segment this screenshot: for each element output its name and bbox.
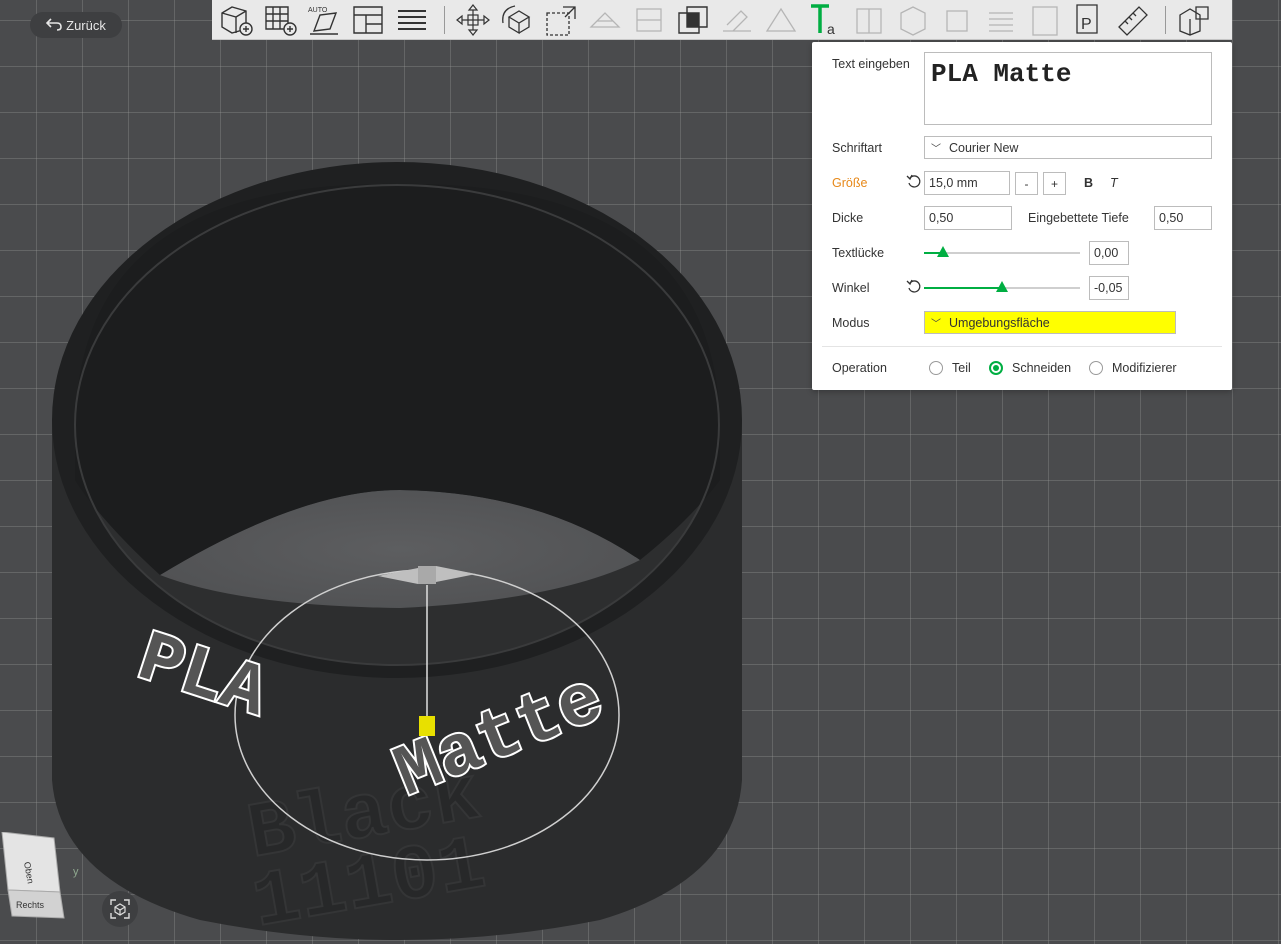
svg-text:a: a: [827, 21, 835, 37]
operation-part-radio[interactable]: [929, 361, 943, 375]
mode-select-value: Umgebungsfläche: [949, 315, 1050, 330]
back-button[interactable]: Zurück: [30, 12, 122, 38]
rotate-icon[interactable]: [497, 2, 537, 38]
embed-depth-label: Eingebettete Tiefe: [1028, 211, 1129, 225]
support-paint-icon[interactable]: [717, 2, 757, 38]
angle-slider[interactable]: [924, 281, 1080, 292]
seam-paint-icon[interactable]: [761, 2, 801, 38]
mode-select[interactable]: ﹀ Umgebungsfläche: [924, 311, 1176, 334]
scale-icon[interactable]: [541, 2, 581, 38]
size-increase-button[interactable]: +: [1043, 172, 1066, 195]
cylinder-model[interactable]: Black 11101 PLA Matte: [52, 162, 742, 944]
text-input[interactable]: PLA Matte: [924, 52, 1212, 125]
svg-text:AUTO: AUTO: [308, 7, 328, 14]
angle-slider-fill: [924, 287, 1002, 289]
size-label: Größe: [832, 176, 868, 190]
move-icon[interactable]: [453, 2, 493, 38]
layers-icon[interactable]: [981, 2, 1021, 38]
operation-cut-label: Schneiden: [1012, 361, 1072, 375]
view-cube[interactable]: Oben Rechts: [0, 832, 68, 922]
font-label: Schriftart: [832, 141, 883, 155]
divider: [822, 346, 1222, 347]
text-input-label: Text eingeben: [832, 57, 910, 71]
back-label: Zurück: [66, 17, 106, 33]
operation-part-label: Teil: [952, 361, 971, 375]
view-cube-right-label: Rechts: [16, 900, 45, 910]
pin-plate-icon[interactable]: P: [1069, 2, 1109, 38]
cut-icon[interactable]: [585, 2, 625, 38]
fit-view-button[interactable]: [102, 891, 138, 927]
font-select-value: Courier New: [949, 140, 1019, 155]
bold-button[interactable]: B: [1084, 176, 1093, 190]
arrange-grid-icon[interactable]: [260, 2, 300, 38]
chevron-down-icon: ﹀: [931, 319, 941, 330]
embed-depth-input[interactable]: 0,50: [1154, 206, 1212, 230]
measure-box-icon[interactable]: [849, 2, 889, 38]
add-part-icon[interactable]: [216, 2, 256, 38]
svg-text:P: P: [1081, 16, 1092, 33]
assembly-icon[interactable]: [937, 2, 977, 38]
size-input[interactable]: 15,0 mm: [924, 171, 1010, 195]
italic-button[interactable]: T: [1110, 176, 1118, 190]
text-tool-panel: Text eingeben PLA Matte Schriftart ﹀ Cou…: [812, 42, 1232, 390]
reset-angle-icon[interactable]: [906, 279, 922, 295]
fit-view-icon: [110, 899, 130, 919]
text-gap-slider-thumb[interactable]: [936, 246, 949, 257]
back-arrow-icon: [45, 17, 62, 34]
zero-icon[interactable]: [1025, 2, 1065, 38]
size-decrease-button[interactable]: -: [1015, 172, 1038, 195]
angle-label: Winkel: [832, 281, 870, 295]
text-gap-input[interactable]: 0,00: [1089, 241, 1129, 265]
operation-modifier-label: Modifizierer: [1112, 361, 1177, 375]
operation-modifier-radio[interactable]: [1089, 361, 1103, 375]
operation-label: Operation: [832, 361, 887, 375]
gizmo-handle: [419, 716, 435, 736]
axis-y-label: y: [73, 866, 79, 878]
chevron-down-icon: ﹀: [931, 144, 941, 155]
reset-size-icon[interactable]: [906, 174, 922, 190]
font-select[interactable]: ﹀ Courier New: [924, 136, 1212, 159]
split-icon[interactable]: [673, 2, 713, 38]
text-gap-label: Textlücke: [832, 246, 885, 260]
text-tool-icon[interactable]: a: [805, 2, 845, 38]
thickness-input[interactable]: 0,50: [924, 206, 1012, 230]
toolbar-separator: [1165, 5, 1166, 34]
measure-icon[interactable]: [1113, 2, 1153, 38]
angle-slider-thumb[interactable]: [996, 281, 1008, 292]
auto-orient-icon[interactable]: AUTO: [304, 2, 344, 38]
toolbar-separator: [444, 5, 445, 34]
thickness-label: Dicke: [832, 211, 864, 225]
main-toolbar: AUTO a P: [212, 0, 1232, 40]
angle-input[interactable]: -0,05: [1089, 276, 1129, 300]
text-gap-slider[interactable]: [924, 246, 1080, 257]
mode-label: Modus: [832, 316, 870, 330]
cube-icon[interactable]: [893, 2, 933, 38]
boolean-icon[interactable]: [629, 2, 669, 38]
object-list-icon[interactable]: [1174, 2, 1214, 38]
operation-cut-radio[interactable]: [989, 361, 1003, 375]
list-icon[interactable]: [392, 2, 432, 38]
layout-icon[interactable]: [348, 2, 388, 38]
